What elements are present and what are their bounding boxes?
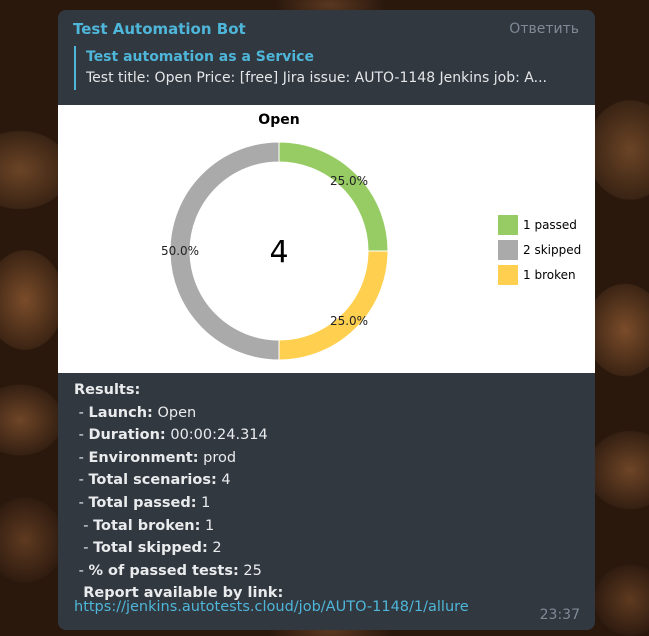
result-environment: - Environment: prod [74,449,237,466]
legend-label: 1 broken [523,268,576,282]
report-link[interactable]: https://jenkins.autotests.cloud/job/AUTO… [74,599,469,615]
results-heading: Results: [74,382,141,398]
message-bubble: Test Automation Bot Ответить Test automa… [58,10,595,630]
legend-label: 1 passed [523,218,577,232]
slice-percent-label: 25.0% [330,314,368,328]
result-total-passed: - Total passed: 1 [74,494,211,511]
result-total-broken: - Total broken: 1 [74,517,215,534]
result-total-scenarios: - Total scenarios: 4 [74,472,231,489]
slice-percent-label: 50.0% [161,244,199,258]
quoted-message[interactable]: Test automation as a Service Test title:… [74,46,579,90]
reply-button[interactable]: Ответить [509,21,579,37]
results-block: Results: - Launch: Open - Duration: 00:0… [74,379,579,605]
chart-center-count: 4 [269,235,288,270]
chart-image[interactable]: Open 25.0% 25.0% 50.0% 4 1 passed 2 skipped… [58,105,595,373]
chart-title: Open [258,112,299,128]
legend-swatch [498,265,518,285]
slice-percent-label: 25.0% [330,174,368,188]
legend-label: 2 skipped [523,243,581,257]
result-percent-passed: - % of passed tests: 25 [74,562,262,579]
message-time: 23:37 [539,607,580,623]
legend-swatch [498,215,518,235]
quote-title: Test automation as a Service [86,49,314,65]
legend-swatch [498,240,518,260]
donut-slice-1-passed [278,141,389,252]
result-launch: - Launch: Open [74,404,197,421]
sender-name[interactable]: Test Automation Bot [73,20,246,38]
result-total-skipped: - Total skipped: 2 [74,540,222,557]
result-duration: - Duration: 00:00:24.314 [74,427,268,444]
donut-slice-1-broken [278,250,389,361]
donut-chart: Open 25.0% 25.0% 50.0% 4 1 passed 2 skipped… [161,112,581,361]
quote-text: Test title: Open Price: [free] Jira issu… [86,70,547,86]
